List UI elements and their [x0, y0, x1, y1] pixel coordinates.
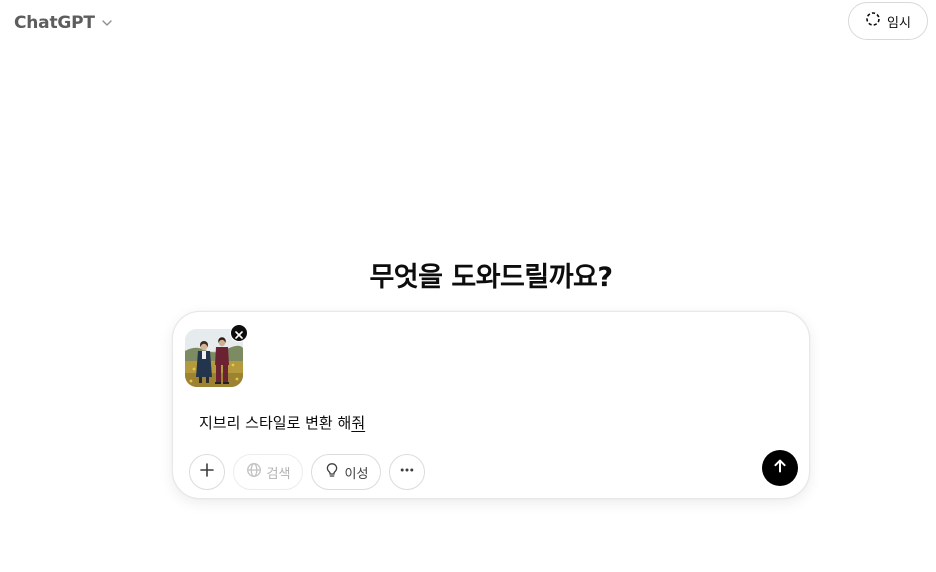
search-label: 검색 [266, 466, 291, 482]
search-button[interactable]: 검색 [233, 454, 303, 490]
reason-label: 이성 [344, 466, 369, 482]
add-button[interactable] [189, 454, 225, 490]
globe-icon [246, 462, 262, 482]
dashed-circle-icon [865, 11, 881, 31]
prompt-text: 지브리 스타일로 변환 해 [199, 414, 352, 432]
prompt-input[interactable]: 지브리 스타일로 변환 해줘 [199, 412, 759, 433]
model-name: ChatGPT [14, 13, 95, 33]
temporary-chat-button[interactable]: 임시 [848, 2, 928, 40]
remove-attachment-button[interactable] [230, 324, 248, 342]
more-horizontal-icon [399, 462, 415, 482]
prompt-text-underlined: 줘 [351, 414, 366, 432]
composer: 지브리 스타일로 변환 해줘 검색 이성 [172, 311, 810, 499]
send-button[interactable] [762, 450, 798, 486]
plus-icon [199, 462, 215, 482]
reason-button[interactable]: 이성 [311, 454, 381, 490]
arrow-up-icon [772, 458, 788, 478]
model-switcher[interactable]: ChatGPT [8, 8, 119, 38]
temporary-chat-label: 임시 [887, 15, 911, 31]
page-title: 무엇을 도와드릴까요? [369, 262, 613, 293]
more-options-button[interactable] [389, 454, 425, 490]
lightbulb-icon [324, 462, 340, 482]
chevron-down-icon [101, 17, 113, 29]
close-icon [235, 324, 243, 343]
top-bar: ChatGPT 임시 [0, 0, 936, 44]
